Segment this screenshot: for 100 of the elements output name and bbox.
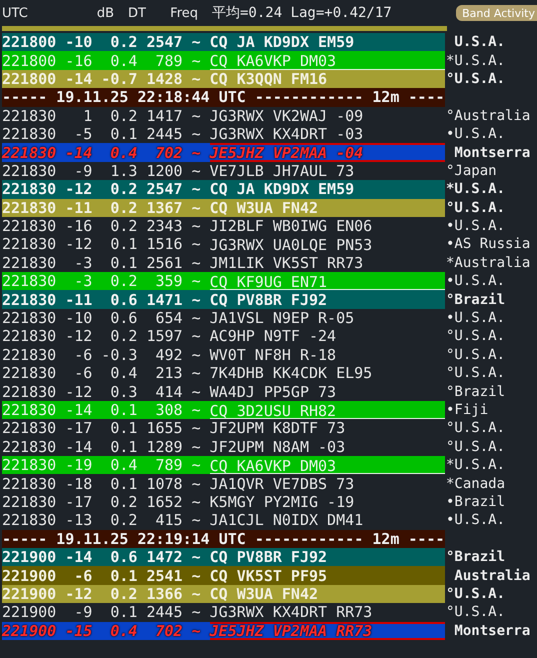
message-cell-text: JA1CJL N0IDX DM41: [210, 511, 364, 530]
mode-cell-text: ~: [190, 346, 202, 364]
utc-cell: 221800: [2, 52, 56, 70]
snr-cell-text: -12: [64, 327, 92, 346]
dt-cell-text: 0.2: [109, 198, 138, 217]
mode-cell-text: ~: [190, 548, 202, 566]
message-cell-text: WA4DJ PP5GP 73: [210, 382, 338, 401]
snr-cell-text: -6: [73, 346, 92, 364]
dt-cell-text: 0.4: [109, 456, 138, 474]
country-cell-text: •U.S.A.: [445, 309, 506, 328]
snr-cell-text: 1: [82, 106, 92, 125]
snr-cell-text: -6: [73, 566, 92, 585]
message-cell-text: CQ JA KD9DX EM59: [210, 33, 356, 52]
dt-cell-text: 0.3: [109, 382, 138, 401]
utc-cell: 221830: [2, 401, 56, 419]
dt-cell-text: -0.3: [100, 346, 138, 364]
utc-cell: 221900: [2, 584, 56, 603]
message-cell-text: JG3RWX KX4DRT -03: [210, 124, 364, 144]
dt-cell-text: 0.2: [109, 327, 138, 346]
country-cell-text: *Australia: [445, 254, 532, 272]
country-cell-text: •Fiji: [445, 401, 490, 420]
snr-cell-text: -10: [64, 309, 92, 328]
utc-cell: 221830: [2, 106, 56, 125]
utc-cell: 221900: [2, 622, 56, 640]
dt-cell-text: 0.6: [109, 290, 138, 309]
utc-cell: 221830: [2, 309, 56, 328]
snr-cell-text: -10: [64, 33, 92, 52]
country-cell-text: *U.S.A.: [445, 180, 506, 199]
freq-cell-text: 702: [154, 622, 183, 640]
mode-cell-text: ~: [190, 272, 202, 290]
highlighted-decode-row[interactable]: 221830 -14 0.4 702 ~ JE5JHZ VP2MAA -04: [2, 143, 445, 162]
utc-cell: 221830: [2, 217, 56, 236]
utc-cell: 221830: [2, 456, 56, 474]
utc-cell: 221830: [2, 327, 56, 346]
dt-cell-text: 0.1: [109, 125, 138, 144]
freq-cell-text: 2541: [145, 566, 183, 585]
period-separator: ----- 19.11.25 22:19:14 UTC ------------ 12m ----: [2, 530, 445, 548]
highlighted-decode-row[interactable]: 221800 -14 -0.7 1428 ~ CQ K3QQN FM16: [2, 70, 445, 88]
highlighted-decode-row[interactable]: 221830 -12 0.2 2547 ~ CQ JA KD9DX EM59: [2, 180, 445, 199]
utc-cell: 221830: [2, 125, 56, 144]
highlighted-decode-row[interactable]: 221830 -11 0.2 1367 ~ CQ W3UA FN42: [2, 198, 445, 217]
column-header: Freq: [169, 6, 198, 20]
highlighted-decode-row[interactable]: 221900 -6 0.1 2541 ~ CQ VK5ST PF95: [2, 566, 445, 585]
mode-cell-text: ~: [190, 327, 202, 346]
freq-cell-text: 1366: [145, 584, 183, 603]
snr-cell-text: -14: [64, 70, 92, 88]
utc-cell: 221830: [2, 419, 56, 438]
highlighted-decode-row[interactable]: 221830 -3 0.2 359 ~ CQ KF9UG EN71: [2, 272, 445, 290]
country-cell-text: •U.S.A.: [445, 511, 506, 530]
country-cell-text: °U.S.A.: [445, 419, 506, 438]
freq-cell-text: 2561: [145, 254, 183, 272]
utc-cell: 221830: [2, 364, 56, 382]
dt-cell-text: 0.2: [109, 33, 138, 52]
freq-cell-text: 1597: [145, 327, 183, 346]
dt-cell-text: 0.2: [109, 217, 138, 236]
utc-cell: 221800: [2, 33, 56, 52]
utc-cell: 221830: [2, 162, 56, 180]
message-cell-text: JM1LIK VK5ST RR73: [210, 254, 364, 272]
highlighted-decode-row[interactable]: 221900 -14 0.6 1472 ~ CQ PV8BR FJ92: [2, 548, 445, 566]
freq-cell-text: 1367: [145, 198, 183, 217]
band-activity-tab[interactable]: Band Activity: [456, 5, 537, 21]
freq-cell-text: 2547: [145, 180, 183, 198]
message-cell-text: JA1QVR VE7DBS 73: [210, 474, 356, 493]
dt-cell-text: 0.4: [109, 622, 138, 640]
dt-cell-text: 0.2: [109, 106, 138, 125]
freq-cell-text: 2343: [145, 217, 183, 236]
country-cell-text: *Canada: [445, 474, 506, 493]
snr-cell-text: -13: [64, 511, 92, 530]
snr-cell-text: -17: [64, 419, 92, 438]
freq-cell-text: 1417: [145, 106, 183, 125]
freq-cell-text: 1472: [145, 548, 183, 566]
dt-cell-text: -0.7: [100, 70, 138, 88]
highlighted-decode-row[interactable]: 221800 -16 0.4 789 ~ CQ KA6VKP DM03: [2, 51, 445, 70]
freq-cell-text: 308: [154, 401, 183, 419]
column-header: UTC: [1, 6, 29, 20]
mode-cell-text: ~: [190, 603, 202, 622]
snr-cell-text: -12: [64, 235, 92, 254]
highlighted-decode-row[interactable]: 221900 -12 0.2 1366 ~ CQ W3UA FN42: [2, 584, 445, 604]
snr-cell-text: -19: [64, 456, 92, 474]
message-cell-text: JF2UPM K8DTF 73: [210, 419, 346, 438]
freq-cell-text: 1652: [145, 492, 183, 511]
highlighted-decode-row[interactable]: 221830 -11 0.6 1471 ~ CQ PV8BR FJ92: [2, 290, 445, 309]
message-cell-text: CQ K3QQN FM16: [210, 70, 328, 88]
highlighted-decode-row[interactable]: 221900 -15 0.4 702 ~ JE5JHZ VP2MAA RR73: [2, 622, 445, 640]
freq-cell-text: 1516: [145, 235, 183, 254]
message-cell: JE5JHZ VP2MAA RR73: [210, 622, 445, 640]
dt-cell-text: 0.4: [109, 364, 138, 382]
freq-cell-text: 1078: [145, 474, 183, 493]
snr-cell-text: -16: [64, 217, 92, 236]
highlighted-decode-row[interactable]: 221800 -10 0.2 2547 ~ CQ JA KD9DX EM59: [2, 33, 445, 52]
freq-cell-text: 1289: [145, 438, 183, 456]
message-cell: JE5JHZ VP2MAA -04: [210, 143, 445, 162]
country-cell-text: •AS Russia: [445, 235, 532, 254]
highlighted-decode-row[interactable]: 221830 -19 0.4 789 ~ CQ KA6VKP DM03: [2, 456, 445, 474]
snr-cell-text: -16: [64, 52, 92, 70]
country-cell-text: °Brazil: [445, 382, 506, 401]
snr-cell-text: -11: [64, 198, 92, 217]
highlighted-decode-row[interactable]: 221830 -14 0.1 308 ~ CQ 3D2USU RH82: [2, 400, 445, 420]
mode-cell-text: ~: [190, 106, 202, 125]
message-cell-text: JA1VSL N9EP R-05: [210, 308, 356, 328]
